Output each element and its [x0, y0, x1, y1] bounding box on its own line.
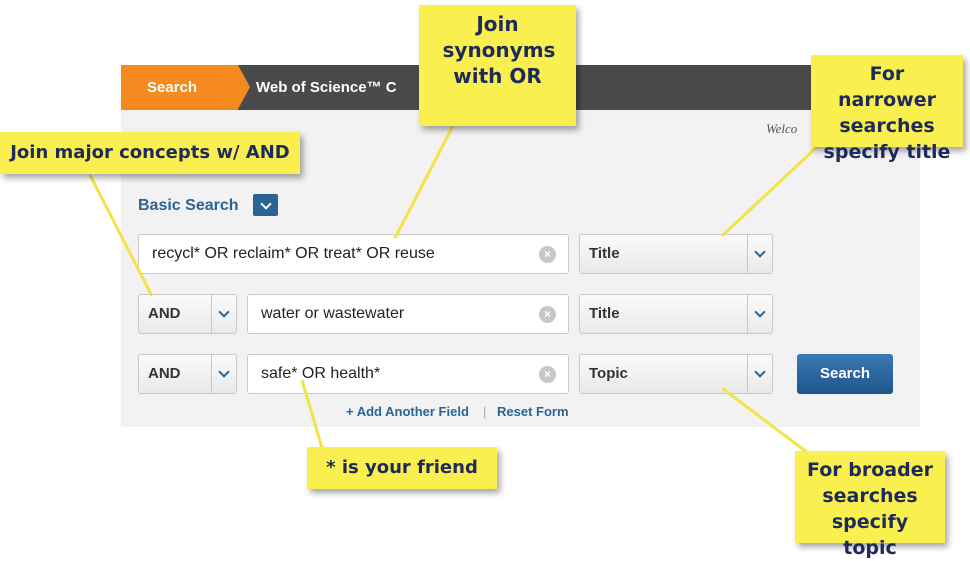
note-broader-text: For broader searches specify topic — [807, 459, 933, 559]
leader-line-and — [88, 174, 154, 297]
note-join-major: Join major concepts w/ AND — [0, 132, 300, 174]
note-narrower: For narrower searches specify title — [811, 55, 963, 163]
note-join-major-text: Join major concepts w/ AND — [10, 142, 290, 163]
note-broader: For broader searches specify topic — [795, 451, 945, 559]
note-narrower-text: For narrower searches specify title — [823, 63, 951, 163]
leader-line-title — [720, 144, 820, 238]
note-join-synonyms-text: Join synonyms with OR — [442, 12, 556, 88]
note-wildcard-text: * is your friend — [326, 457, 478, 478]
leader-line-synonyms — [393, 121, 457, 239]
note-wildcard: * is your friend — [307, 447, 497, 489]
note-join-synonyms: Join synonyms with OR — [419, 5, 576, 126]
